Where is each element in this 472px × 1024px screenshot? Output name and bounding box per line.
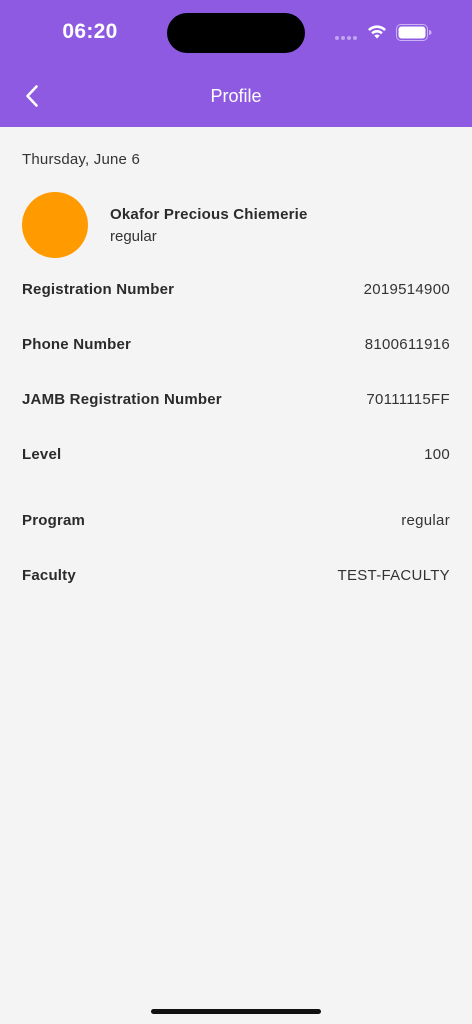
detail-value: 100 <box>424 446 450 463</box>
detail-value: 70111115FF <box>366 391 450 408</box>
detail-row-program: Program regular <box>22 512 450 529</box>
dynamic-island <box>167 13 305 53</box>
detail-label: Registration Number <box>22 281 175 298</box>
cellular-signal-icon <box>335 36 357 40</box>
detail-row-faculty: Faculty TEST-FACULTY <box>22 567 450 584</box>
avatar <box>22 192 88 258</box>
detail-label: Phone Number <box>22 336 132 353</box>
detail-value: TEST-FACULTY <box>337 567 450 584</box>
detail-value: 8100611916 <box>364 336 450 353</box>
detail-label: Program <box>22 512 86 529</box>
detail-value: regular <box>401 512 450 529</box>
detail-label: Faculty <box>22 567 76 584</box>
battery-icon <box>396 24 432 41</box>
detail-row-jamb-registration-number: JAMB Registration Number 70111115FF <box>22 391 450 408</box>
profile-name: Okafor Precious Chiemerie <box>110 206 308 223</box>
wifi-icon <box>368 25 386 39</box>
profile-program: regular <box>110 228 157 245</box>
detail-value: 2019514900 <box>363 281 450 298</box>
detail-label: JAMB Registration Number <box>22 391 222 408</box>
page-title: Profile <box>210 86 262 106</box>
detail-label: Level <box>22 446 62 463</box>
app-header: 06:20 Profile <box>0 0 472 127</box>
detail-row-registration-number: Registration Number 2019514900 <box>22 281 450 298</box>
detail-row-level: Level 100 <box>22 446 450 463</box>
date-label: Thursday, June 6 <box>22 151 140 168</box>
detail-row-phone-number: Phone Number 8100611916 <box>22 336 450 353</box>
home-indicator[interactable] <box>151 1009 321 1014</box>
status-time: 06:20 <box>62 20 118 43</box>
